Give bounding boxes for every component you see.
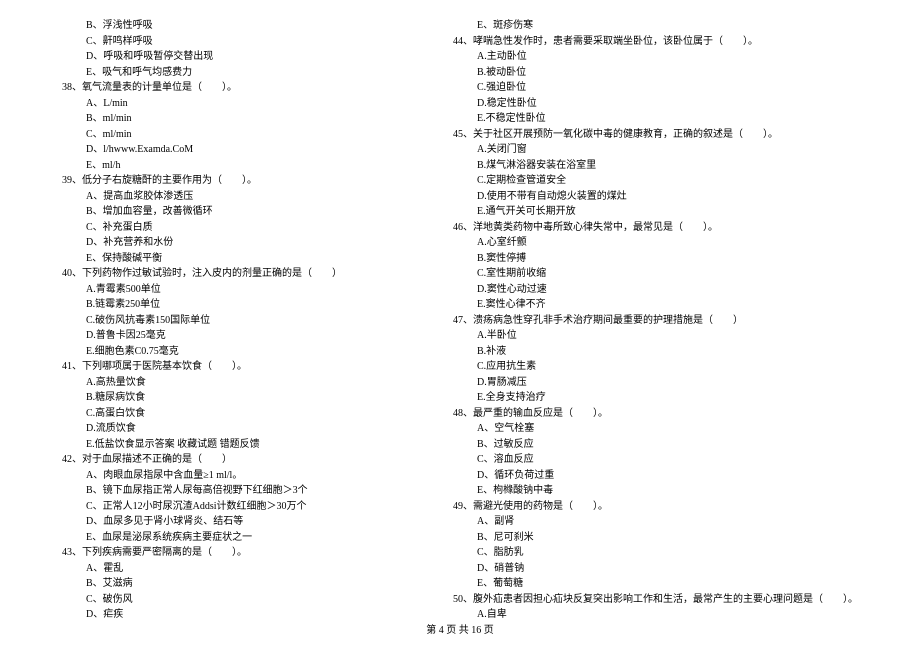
answer-option: D.普鲁卡因25毫克 [62,328,429,344]
answer-option: E.细胞色素C0.75毫克 [62,344,429,360]
question-line: 40、下列药物作过敏试验时，注入皮内的剂量正确的是（ ） [62,266,429,282]
answer-option: B、浮浅性呼吸 [62,18,429,34]
answer-option: C、溶血反应 [453,452,858,468]
answer-option: A.主动卧位 [453,49,858,65]
question-line: 43、下列疾病需要严密隔离的是（ ）。 [62,545,429,561]
answer-option: B、ml/min [62,111,429,127]
answer-option: B、艾滋病 [62,576,429,592]
answer-option: E.低盐饮食显示答案 收藏试题 错题反馈 [62,437,429,453]
answer-option: A.高热量饮食 [62,375,429,391]
answer-option: D.流质饮食 [62,421,429,437]
answer-option: E.不稳定性卧位 [453,111,858,127]
question-line: 41、下列哪项属于医院基本饮食（ ）。 [62,359,429,375]
answer-option: E、吸气和呼气均感费力 [62,65,429,81]
answer-option: E、保持酸碱平衡 [62,251,429,267]
question-line: 42、对于血尿描述不正确的是（ ） [62,452,429,468]
answer-option: A.青霉素500单位 [62,282,429,298]
answer-option: D、呼吸和呼吸暂停交替出现 [62,49,429,65]
answer-option: D、循环负荷过重 [453,468,858,484]
answer-option: D、血尿多见于肾小球肾炎、结石等 [62,514,429,530]
answer-option: C.破伤风抗毒素150国际单位 [62,313,429,329]
answer-option: A.自卑 [453,607,858,623]
answer-option: B.链霉素250单位 [62,297,429,313]
answer-option: D.胃肠减压 [453,375,858,391]
answer-option: C、鼾鸣样呼吸 [62,34,429,50]
page-footer: 第 4 页 共 16 页 [0,623,920,639]
question-line: 47、溃疡病急性穿孔非手术治疗期间最重要的护理措施是（ ） [453,313,858,329]
answer-option: B.补液 [453,344,858,360]
answer-option: B、镜下血尿指正常人尿每高倍视野下红细胞＞3个 [62,483,429,499]
answer-option: D、疟疾 [62,607,429,623]
question-line: 50、腹外疝患者因担心疝块反复突出影响工作和生活，最常产生的主要心理问题是（ ）… [453,592,858,608]
answer-option: E.全身支持治疗 [453,390,858,406]
answer-option: C.应用抗生素 [453,359,858,375]
answer-option: D.稳定性卧位 [453,96,858,112]
answer-option: B.被动卧位 [453,65,858,81]
answer-option: E、枸橼酸钠中毒 [453,483,858,499]
question-line: 49、需避光使用的药物是（ ）。 [453,499,858,515]
answer-option: C.高蛋白饮食 [62,406,429,422]
answer-option: E.窦性心律不齐 [453,297,858,313]
answer-option: C.室性期前收缩 [453,266,858,282]
column-right: E、斑疹伤寒44、哮喘急性发作时，患者需要采取端坐卧位，该卧位属于（ ）。A.主… [441,18,870,623]
question-line: 39、低分子右旋糖酐的主要作用为（ ）。 [62,173,429,189]
answer-option: A、肉眼血尿指尿中含血量≥1 ml/l。 [62,468,429,484]
answer-option: C、脂肪乳 [453,545,858,561]
answer-option: E、葡萄糖 [453,576,858,592]
answer-option: A.半卧位 [453,328,858,344]
answer-option: A、霍乱 [62,561,429,577]
answer-option: C、破伤风 [62,592,429,608]
answer-option: B.煤气淋浴器安装在浴室里 [453,158,858,174]
answer-option: D、补充营养和水份 [62,235,429,251]
answer-option: A、L/min [62,96,429,112]
question-line: 46、洋地黄类药物中毒所致心律失常中，最常见是（ ）。 [453,220,858,236]
column-left: B、浮浅性呼吸C、鼾鸣样呼吸D、呼吸和呼吸暂停交替出现E、吸气和呼气均感费力38… [50,18,441,623]
answer-option: C.强迫卧位 [453,80,858,96]
answer-option: E、斑疹伤寒 [453,18,858,34]
answer-option: C.定期检查管道安全 [453,173,858,189]
answer-option: E.通气开关可长期开放 [453,204,858,220]
question-line: 48、最严重的输血反应是（ ）。 [453,406,858,422]
answer-option: B.糖尿病饮食 [62,390,429,406]
answer-option: D、硝普钠 [453,561,858,577]
answer-option: B、增加血容量，改善微循环 [62,204,429,220]
answer-option: D.窦性心动过速 [453,282,858,298]
answer-option: D.使用不带有自动熄火装置的煤灶 [453,189,858,205]
answer-option: A、提高血浆胶体渗透压 [62,189,429,205]
answer-option: B、过敏反应 [453,437,858,453]
answer-option: C、补充蛋白质 [62,220,429,236]
answer-option: A.心室纤颤 [453,235,858,251]
question-line: 38、氧气流量表的计量单位是（ ）。 [62,80,429,96]
answer-option: C、ml/min [62,127,429,143]
answer-option: A、空气栓塞 [453,421,858,437]
answer-option: B.窦性停搏 [453,251,858,267]
page-body: B、浮浅性呼吸C、鼾鸣样呼吸D、呼吸和呼吸暂停交替出现E、吸气和呼气均感费力38… [0,0,920,623]
question-line: 44、哮喘急性发作时，患者需要采取端坐卧位，该卧位属于（ ）。 [453,34,858,50]
answer-option: B、尼可刹米 [453,530,858,546]
answer-option: C、正常人12小时尿沉渣Addsi计数红细胞＞30万个 [62,499,429,515]
question-line: 45、关于社区开展预防一氧化碳中毒的健康教育，正确的叙述是（ ）。 [453,127,858,143]
answer-option: E、ml/h [62,158,429,174]
answer-option: D、l/hwww.Examda.CoM [62,142,429,158]
answer-option: A、副肾 [453,514,858,530]
answer-option: E、血尿是泌尿系统疾病主要症状之一 [62,530,429,546]
answer-option: A.关闭门窗 [453,142,858,158]
